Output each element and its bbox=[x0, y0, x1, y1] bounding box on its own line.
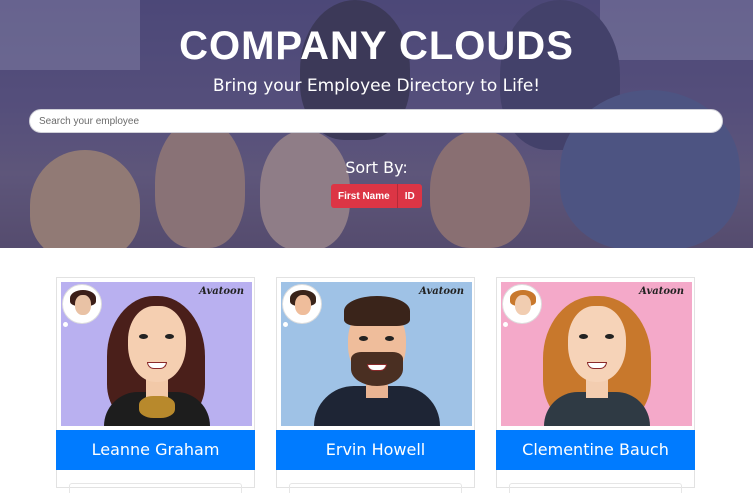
brand-watermark: Avatoon bbox=[199, 286, 244, 297]
thumb-dot bbox=[63, 322, 68, 327]
eye-shape bbox=[579, 334, 588, 339]
employee-card[interactable]: Avatoon Ervin Howell bbox=[276, 277, 475, 493]
brand-watermark: Avatoon bbox=[419, 286, 464, 297]
avatar-icon bbox=[63, 285, 101, 323]
sort-id-button[interactable]: ID bbox=[396, 184, 422, 208]
brand-watermark: Avatoon bbox=[639, 286, 684, 297]
sort-first-name-button[interactable]: First Name bbox=[331, 184, 397, 208]
employee-detail bbox=[69, 483, 242, 493]
eye-shape bbox=[385, 336, 394, 341]
avatar-icon bbox=[503, 285, 541, 323]
eye-shape bbox=[359, 336, 368, 341]
sort-button-group: First Name ID bbox=[331, 184, 422, 208]
thumb-dot bbox=[503, 322, 508, 327]
hair-shape bbox=[344, 296, 410, 326]
employee-card[interactable]: Avatoon Clementine Bauch bbox=[496, 277, 695, 493]
employee-name: Ervin Howell bbox=[276, 430, 475, 470]
employee-detail bbox=[509, 483, 682, 493]
eye-shape bbox=[165, 334, 174, 339]
page-title: COMPANY CLOUDS bbox=[179, 24, 574, 68]
face-shape bbox=[568, 306, 626, 382]
face-shape bbox=[128, 306, 186, 382]
page-subtitle: Bring your Employee Directory to Life! bbox=[212, 76, 541, 96]
avatar-icon bbox=[283, 285, 321, 323]
eye-shape bbox=[139, 334, 148, 339]
necklace-shape bbox=[139, 396, 175, 418]
search-input[interactable] bbox=[29, 109, 723, 133]
employee-name: Leanne Graham bbox=[56, 430, 255, 470]
eye-shape bbox=[605, 334, 614, 339]
sort-label: Sort By: bbox=[345, 158, 408, 177]
employee-detail bbox=[289, 483, 462, 493]
employee-card[interactable]: Avatoon Leanne Graham bbox=[56, 277, 255, 493]
thumb-dot bbox=[283, 322, 288, 327]
hero-banner: COMPANY CLOUDS Bring your Employee Direc… bbox=[0, 0, 753, 248]
employee-name: Clementine Bauch bbox=[496, 430, 695, 470]
